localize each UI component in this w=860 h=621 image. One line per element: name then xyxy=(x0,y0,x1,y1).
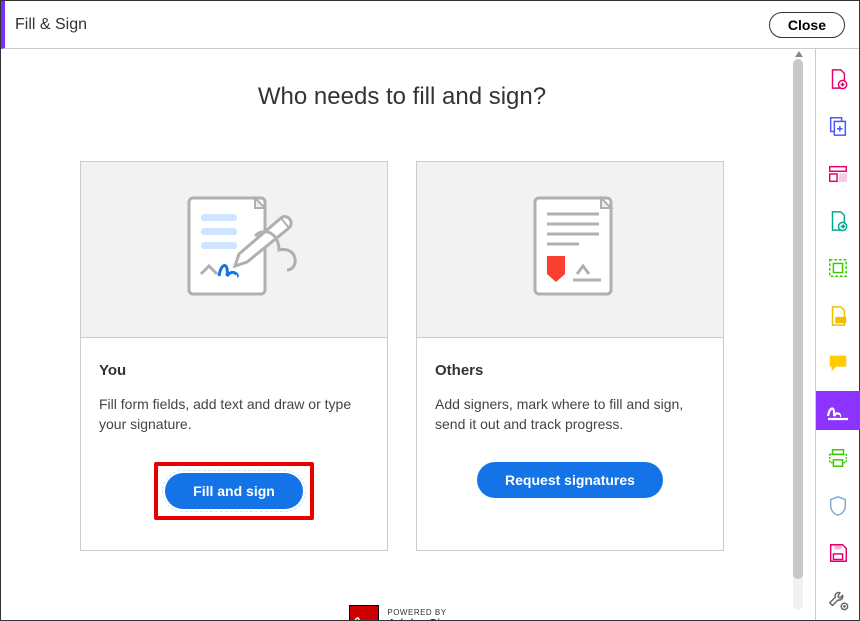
footer-brand: POWERED BY Adobe Sign xyxy=(349,605,454,620)
right-tool-rail xyxy=(815,49,859,620)
save-icon[interactable] xyxy=(816,533,860,572)
card-others: Others Add signers, mark where to fill a… xyxy=(416,161,724,551)
redact-icon[interactable] xyxy=(816,296,860,335)
fill-sign-icon[interactable] xyxy=(816,391,860,430)
card-others-body: Others Add signers, mark where to fill a… xyxy=(417,338,723,528)
brand-text: POWERED BY Adobe Sign xyxy=(387,609,454,620)
create-pdf-icon[interactable] xyxy=(816,59,860,98)
body: Who needs to fill and sign? xyxy=(1,49,859,620)
highlight-frame: Fill and sign xyxy=(154,462,314,520)
top-bar: Fill & Sign Close xyxy=(1,1,859,49)
comment-icon[interactable] xyxy=(816,344,860,383)
panel-title: Fill & Sign xyxy=(15,16,87,34)
protect-icon[interactable] xyxy=(816,486,860,525)
card-container: You Fill form fields, add text and draw … xyxy=(80,161,724,551)
main-content: Who needs to fill and sign? xyxy=(1,49,815,620)
card-you-description: Fill form fields, add text and draw or t… xyxy=(99,395,369,434)
more-tools-icon[interactable] xyxy=(816,581,860,620)
card-others-title: Others xyxy=(435,362,705,379)
illustration-you xyxy=(81,162,387,338)
page-heading: Who needs to fill and sign? xyxy=(258,83,546,111)
organize-pages-icon[interactable] xyxy=(816,154,860,193)
card-you-body: You Fill form fields, add text and draw … xyxy=(81,338,387,550)
brand-name: Adobe Sign xyxy=(387,617,454,620)
request-signatures-button[interactable]: Request signatures xyxy=(477,462,663,498)
scroll-up-arrow[interactable] xyxy=(795,51,803,57)
fill-and-sign-button[interactable]: Fill and sign xyxy=(165,473,303,509)
close-button[interactable]: Close xyxy=(769,12,845,38)
combine-files-icon[interactable] xyxy=(816,106,860,145)
print-icon[interactable] xyxy=(816,438,860,477)
card-you: You Fill form fields, add text and draw … xyxy=(80,161,388,551)
edit-pdf-icon[interactable] xyxy=(816,249,860,288)
card-others-description: Add signers, mark where to fill and sign… xyxy=(435,395,705,434)
adobe-sign-logo-icon xyxy=(349,605,379,620)
card-you-title: You xyxy=(99,362,369,379)
scrollbar-thumb[interactable] xyxy=(793,59,803,579)
export-pdf-icon[interactable] xyxy=(816,201,860,240)
illustration-others xyxy=(417,162,723,338)
